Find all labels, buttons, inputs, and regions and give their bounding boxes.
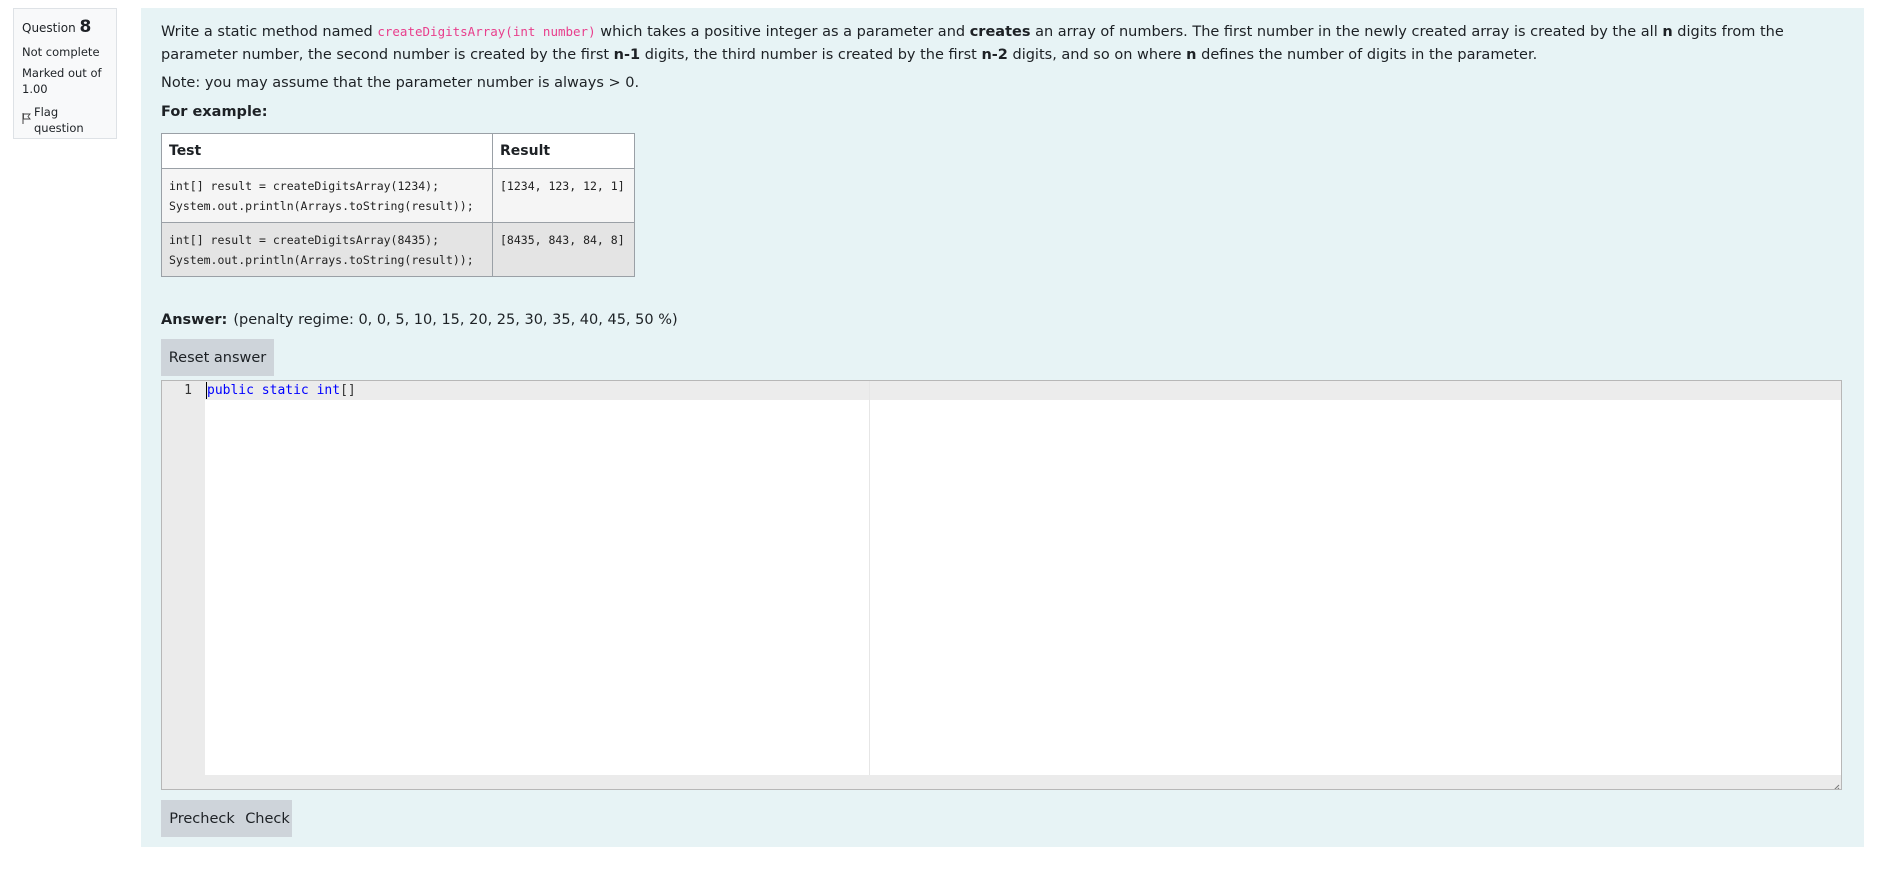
test-cell: int[] result = createDigitsArray(1234); … xyxy=(161,168,493,223)
code-keyword: static xyxy=(261,383,309,398)
code-keyword: int xyxy=(316,383,341,398)
table-row: int[] result = createDigitsArray(1234); … xyxy=(161,168,635,223)
code-editor[interactable]: 1 public static int[] xyxy=(161,380,1842,790)
question-info: Question 8 Not complete Marked out of 1.… xyxy=(13,8,117,139)
text-cursor xyxy=(206,382,207,399)
marks-value: 1.00 xyxy=(22,81,48,96)
prompt-text-1: Write a static method named xyxy=(161,24,378,40)
question-word: Question xyxy=(22,21,76,35)
line-number: 1 xyxy=(184,383,192,398)
prompt-text-5: digits, the third number is created by t… xyxy=(640,47,982,63)
table-row: int[] result = createDigitsArray(8435); … xyxy=(161,222,635,277)
question-content: Write a static method named createDigits… xyxy=(141,8,1864,847)
result-cell: [8435, 843, 84, 8] xyxy=(492,222,635,277)
flag-icon xyxy=(22,113,31,129)
answer-label: Answer: (penalty regime: 0, 0, 5, 10, 15,… xyxy=(161,312,678,328)
editor-gutter: 1 xyxy=(162,381,205,789)
prompt-bold-n-minus-2: n-2 xyxy=(981,47,1008,63)
flag-question-label: Flag question xyxy=(34,105,84,135)
prompt-bold-n: n xyxy=(1662,24,1673,40)
question-status: Not complete xyxy=(22,44,100,59)
answer-heading: Answer: xyxy=(161,312,228,328)
prompt-text-6: digits, and so on where xyxy=(1007,47,1187,63)
question-prompt: Write a static method named createDigits… xyxy=(161,20,1841,67)
code-brackets: [] xyxy=(340,383,356,398)
flag-question-link[interactable]: Flag question xyxy=(22,105,108,136)
reset-answer-button[interactable]: Reset answer xyxy=(161,339,274,376)
examples-header-row: Test Result xyxy=(161,133,635,169)
marked-out-of-label: Marked out of xyxy=(22,66,102,81)
column-header-test: Test xyxy=(161,133,493,169)
precheck-button[interactable]: Precheck xyxy=(161,800,243,837)
result-cell: [1234, 123, 12, 1] xyxy=(492,168,635,223)
prompt-text-2: which takes a positive integer as a para… xyxy=(595,24,970,40)
prompt-text-3: an array of numbers. The first number in… xyxy=(1030,24,1663,40)
editor-horizontal-scrollbar[interactable] xyxy=(162,775,1841,789)
code-keyword: public xyxy=(207,383,254,398)
penalty-regime: (penalty regime: 0, 0, 5, 10, 15, 20, 25… xyxy=(233,312,678,328)
test-cell: int[] result = createDigitsArray(8435); … xyxy=(161,222,493,277)
examples-table: Test Result int[] result = createDigitsA… xyxy=(161,133,635,277)
prompt-bold-creates: creates xyxy=(969,24,1031,40)
for-example-heading: For example: xyxy=(161,104,268,120)
prompt-bold-n-2: n xyxy=(1186,47,1197,63)
prompt-text-7: defines the number of digits in the para… xyxy=(1196,47,1538,63)
prompt-bold-n-minus-1: n-1 xyxy=(613,47,641,63)
question-number: Question 8 xyxy=(22,16,108,39)
print-margin xyxy=(869,381,870,789)
check-button[interactable]: Check xyxy=(243,800,292,837)
code-line[interactable]: public static int[] xyxy=(207,382,356,400)
resize-grip-icon[interactable] xyxy=(1830,778,1840,789)
question-number-value: 8 xyxy=(79,17,92,37)
prompt-note: Note: you may assume that the parameter … xyxy=(161,75,640,91)
method-signature: createDigitsArray(int number) xyxy=(377,24,596,39)
column-header-result: Result xyxy=(492,133,635,169)
active-line-highlight xyxy=(205,381,1841,400)
